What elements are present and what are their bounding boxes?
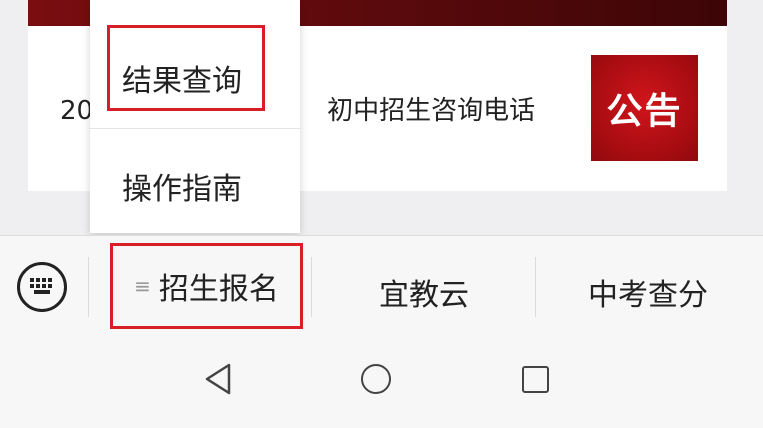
dropdown-divider [90,128,300,129]
menu-item-exam-score[interactable]: 中考查分 [537,270,759,314]
menu-separator [311,257,312,317]
keyboard-icon [30,278,52,294]
menu-item-enrollment[interactable]: ≡ 招生报名 [110,243,303,329]
keyboard-toggle-button[interactable] [17,262,67,312]
home-circle-icon[interactable] [361,364,391,394]
recent-square-icon[interactable] [522,366,549,393]
notice-badge: 公告 [591,55,698,161]
menu-item-operation-guide[interactable]: 操作指南 [90,164,300,208]
submenu-lines-icon: ≡ [134,274,151,298]
menu-separator [535,257,536,317]
menu-separator [88,257,89,317]
highlight-box-result-query [107,25,265,111]
back-triangle-icon[interactable] [203,362,233,396]
menu-item-yijiaoyun[interactable]: 宜教云 [313,270,535,314]
menu-item-enrollment-label: 招生报名 [158,272,279,307]
notice-badge-label: 公告 [606,91,683,132]
